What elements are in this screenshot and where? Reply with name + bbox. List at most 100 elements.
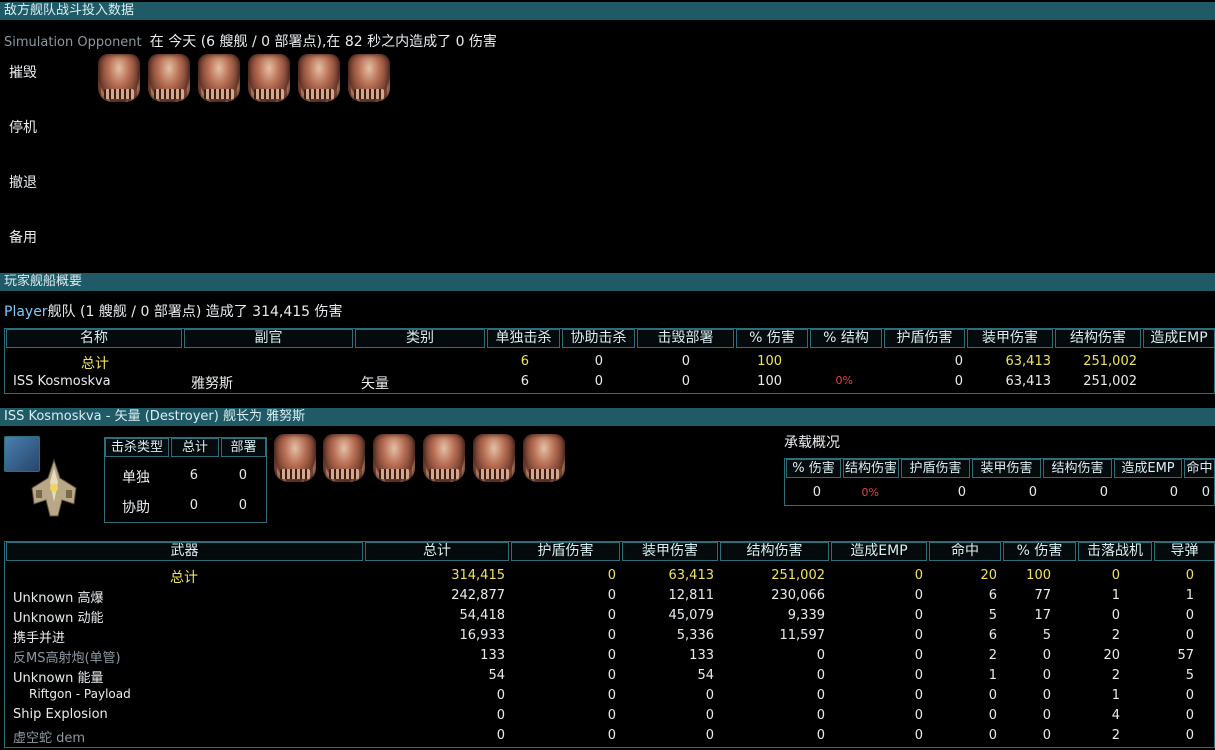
kill-row-assist-total: 0 bbox=[189, 498, 198, 513]
player-ship-dp: 0 bbox=[681, 374, 690, 389]
carrier-value-pct-damage: 0 bbox=[812, 485, 821, 500]
weapon-name[interactable]: Unknown 能量 bbox=[13, 667, 103, 686]
kill-row-solo-total: 6 bbox=[189, 468, 198, 483]
player-ship-hull: 251,002 bbox=[1083, 374, 1137, 389]
weapon-armor-cell: 0 bbox=[705, 708, 714, 723]
weapon-missiles-cell: 0 bbox=[1185, 728, 1194, 743]
weapons-total-shield: 0 bbox=[607, 568, 616, 583]
weapon-hits-cell: 6 bbox=[988, 588, 997, 603]
col-header-emp: 造成EMP bbox=[1143, 329, 1215, 348]
weapon-emp-cell: 0 bbox=[914, 588, 923, 603]
weapon-fighters-cell: 4 bbox=[1111, 708, 1120, 723]
weapon-name[interactable]: Riftgon - Payload bbox=[29, 687, 131, 701]
weapon-armor-cell: 133 bbox=[689, 648, 714, 663]
killed-ship-icon[interactable] bbox=[423, 434, 465, 482]
weapons-total-armor: 63,413 bbox=[668, 568, 715, 583]
killed-ship-icon[interactable] bbox=[523, 434, 565, 482]
weapon-missiles-cell: 0 bbox=[1185, 608, 1194, 623]
col-header-officer: 副官 bbox=[184, 329, 353, 348]
weapon-name[interactable]: 反MS高射炮(单管) bbox=[13, 647, 121, 666]
player-ship-name[interactable]: ISS Kosmoskva bbox=[13, 374, 111, 389]
killed-ship-icon[interactable] bbox=[473, 434, 515, 482]
col-header-name: 名称 bbox=[6, 329, 182, 348]
weapon-emp-cell: 0 bbox=[914, 688, 923, 703]
weapon-hits-cell: 6 bbox=[988, 628, 997, 643]
killed-ship-icon[interactable] bbox=[323, 434, 365, 482]
enemy-section-header: 敌方舰队战斗投入数据 bbox=[0, 2, 1215, 20]
weapon-total-cell: 242,877 bbox=[451, 588, 505, 603]
weapon-pct-cell: 0 bbox=[1042, 648, 1051, 663]
weapons-total-fighters: 0 bbox=[1111, 568, 1120, 583]
destroyed-ship-icon[interactable] bbox=[348, 54, 390, 102]
weapons-total-label: 总计 bbox=[170, 570, 198, 586]
weapon-name[interactable]: Unknown 高爆 bbox=[13, 587, 103, 606]
weapon-pct-cell: 0 bbox=[1042, 728, 1051, 743]
weapon-total-cell: 54,418 bbox=[459, 608, 506, 623]
weapon-missiles-cell: 5 bbox=[1185, 668, 1194, 683]
weapon-name[interactable]: 虚空蛇 dem bbox=[13, 727, 85, 746]
weapons-header-hits: 命中 bbox=[929, 542, 1001, 561]
destroyed-ship-icon[interactable] bbox=[198, 54, 240, 102]
col-header-pct-hull: % 结构 bbox=[810, 329, 882, 348]
carrier-title: 承载概况 bbox=[784, 435, 840, 451]
kill-header-total: 总计 bbox=[171, 438, 219, 457]
player-summary-line: Player舰队 (1 艘舰 / 0 部署点) 造成了 314,415 伤害 bbox=[4, 301, 343, 321]
player-ship-class: 矢量 bbox=[361, 376, 389, 392]
kill-row-solo-dp: 0 bbox=[238, 468, 247, 483]
weapon-hull-cell: 9,339 bbox=[787, 608, 825, 623]
player-label: Player bbox=[4, 304, 48, 320]
weapon-emp-cell: 0 bbox=[914, 648, 923, 663]
weapon-hits-cell: 0 bbox=[988, 708, 997, 723]
enemy-summary-line: Simulation Opponent 在 今天 (6 艘舰 / 0 部署点),… bbox=[4, 31, 497, 51]
weapon-pct-cell: 5 bbox=[1042, 628, 1051, 643]
weapon-fighters-cell: 0 bbox=[1111, 608, 1120, 623]
destroyed-ship-icon[interactable] bbox=[248, 54, 290, 102]
weapon-armor-cell: 12,811 bbox=[668, 588, 715, 603]
destroyed-ship-icon[interactable] bbox=[98, 54, 140, 102]
weapon-pct-cell: 0 bbox=[1042, 688, 1051, 703]
weapon-missiles-cell: 1 bbox=[1185, 588, 1194, 603]
carrier-header-emp: 造成EMP bbox=[1114, 459, 1182, 478]
player-ship-assist: 0 bbox=[594, 374, 603, 389]
weapon-emp-cell: 0 bbox=[914, 668, 923, 683]
killed-ship-icon[interactable] bbox=[373, 434, 415, 482]
weapon-hull-cell: 230,066 bbox=[771, 588, 825, 603]
player-total-label: 总计 bbox=[81, 356, 109, 372]
player-total-hull: 251,002 bbox=[1083, 354, 1137, 369]
weapon-missiles-cell: 57 bbox=[1177, 648, 1194, 663]
killed-ship-icon[interactable] bbox=[274, 434, 316, 482]
weapon-hull-cell: 0 bbox=[816, 688, 825, 703]
weapons-header-weapon: 武器 bbox=[6, 542, 363, 561]
weapon-total-cell: 16,933 bbox=[459, 628, 506, 643]
row-label-reserve: 备用 bbox=[9, 230, 37, 246]
weapons-header-missiles: 导弹 bbox=[1154, 542, 1215, 561]
weapon-fighters-cell: 20 bbox=[1103, 648, 1120, 663]
col-header-class: 类别 bbox=[355, 329, 485, 348]
weapon-fighters-cell: 2 bbox=[1111, 628, 1120, 643]
carrier-header-hull-pct: 结构伤害 bbox=[843, 459, 899, 478]
col-header-pct-damage: % 伤害 bbox=[736, 329, 808, 348]
weapon-total-cell: 0 bbox=[496, 708, 505, 723]
weapon-hull-cell: 0 bbox=[816, 728, 825, 743]
weapons-header-fighters: 击落战机 bbox=[1078, 542, 1152, 561]
player-ship-pct-hull: 0% bbox=[835, 374, 853, 387]
weapons-header-total: 总计 bbox=[365, 542, 509, 561]
weapon-armor-cell: 45,079 bbox=[668, 608, 715, 623]
weapon-name[interactable]: 携手并进 bbox=[13, 627, 65, 646]
weapon-shield-cell: 0 bbox=[607, 708, 616, 723]
destroyed-ship-icon[interactable] bbox=[148, 54, 190, 102]
weapons-total-total: 314,415 bbox=[451, 568, 505, 583]
opponent-name: Simulation Opponent bbox=[4, 35, 142, 50]
weapon-name[interactable]: Ship Explosion bbox=[13, 707, 108, 722]
weapon-armor-cell: 0 bbox=[705, 688, 714, 703]
carrier-header-pct-damage: % 伤害 bbox=[786, 459, 841, 478]
destroyed-ship-icon[interactable] bbox=[298, 54, 340, 102]
weapon-missiles-cell: 0 bbox=[1185, 628, 1194, 643]
player-ship-shield: 0 bbox=[954, 374, 963, 389]
weapon-name[interactable]: Unknown 动能 bbox=[13, 607, 103, 626]
weapon-pct-cell: 0 bbox=[1042, 708, 1051, 723]
col-header-dp-destroyed: 击毁部署 bbox=[637, 329, 734, 348]
weapon-shield-cell: 0 bbox=[607, 628, 616, 643]
player-ship-sprite-icon[interactable] bbox=[24, 458, 84, 520]
weapons-header-hull: 结构伤害 bbox=[720, 542, 829, 561]
